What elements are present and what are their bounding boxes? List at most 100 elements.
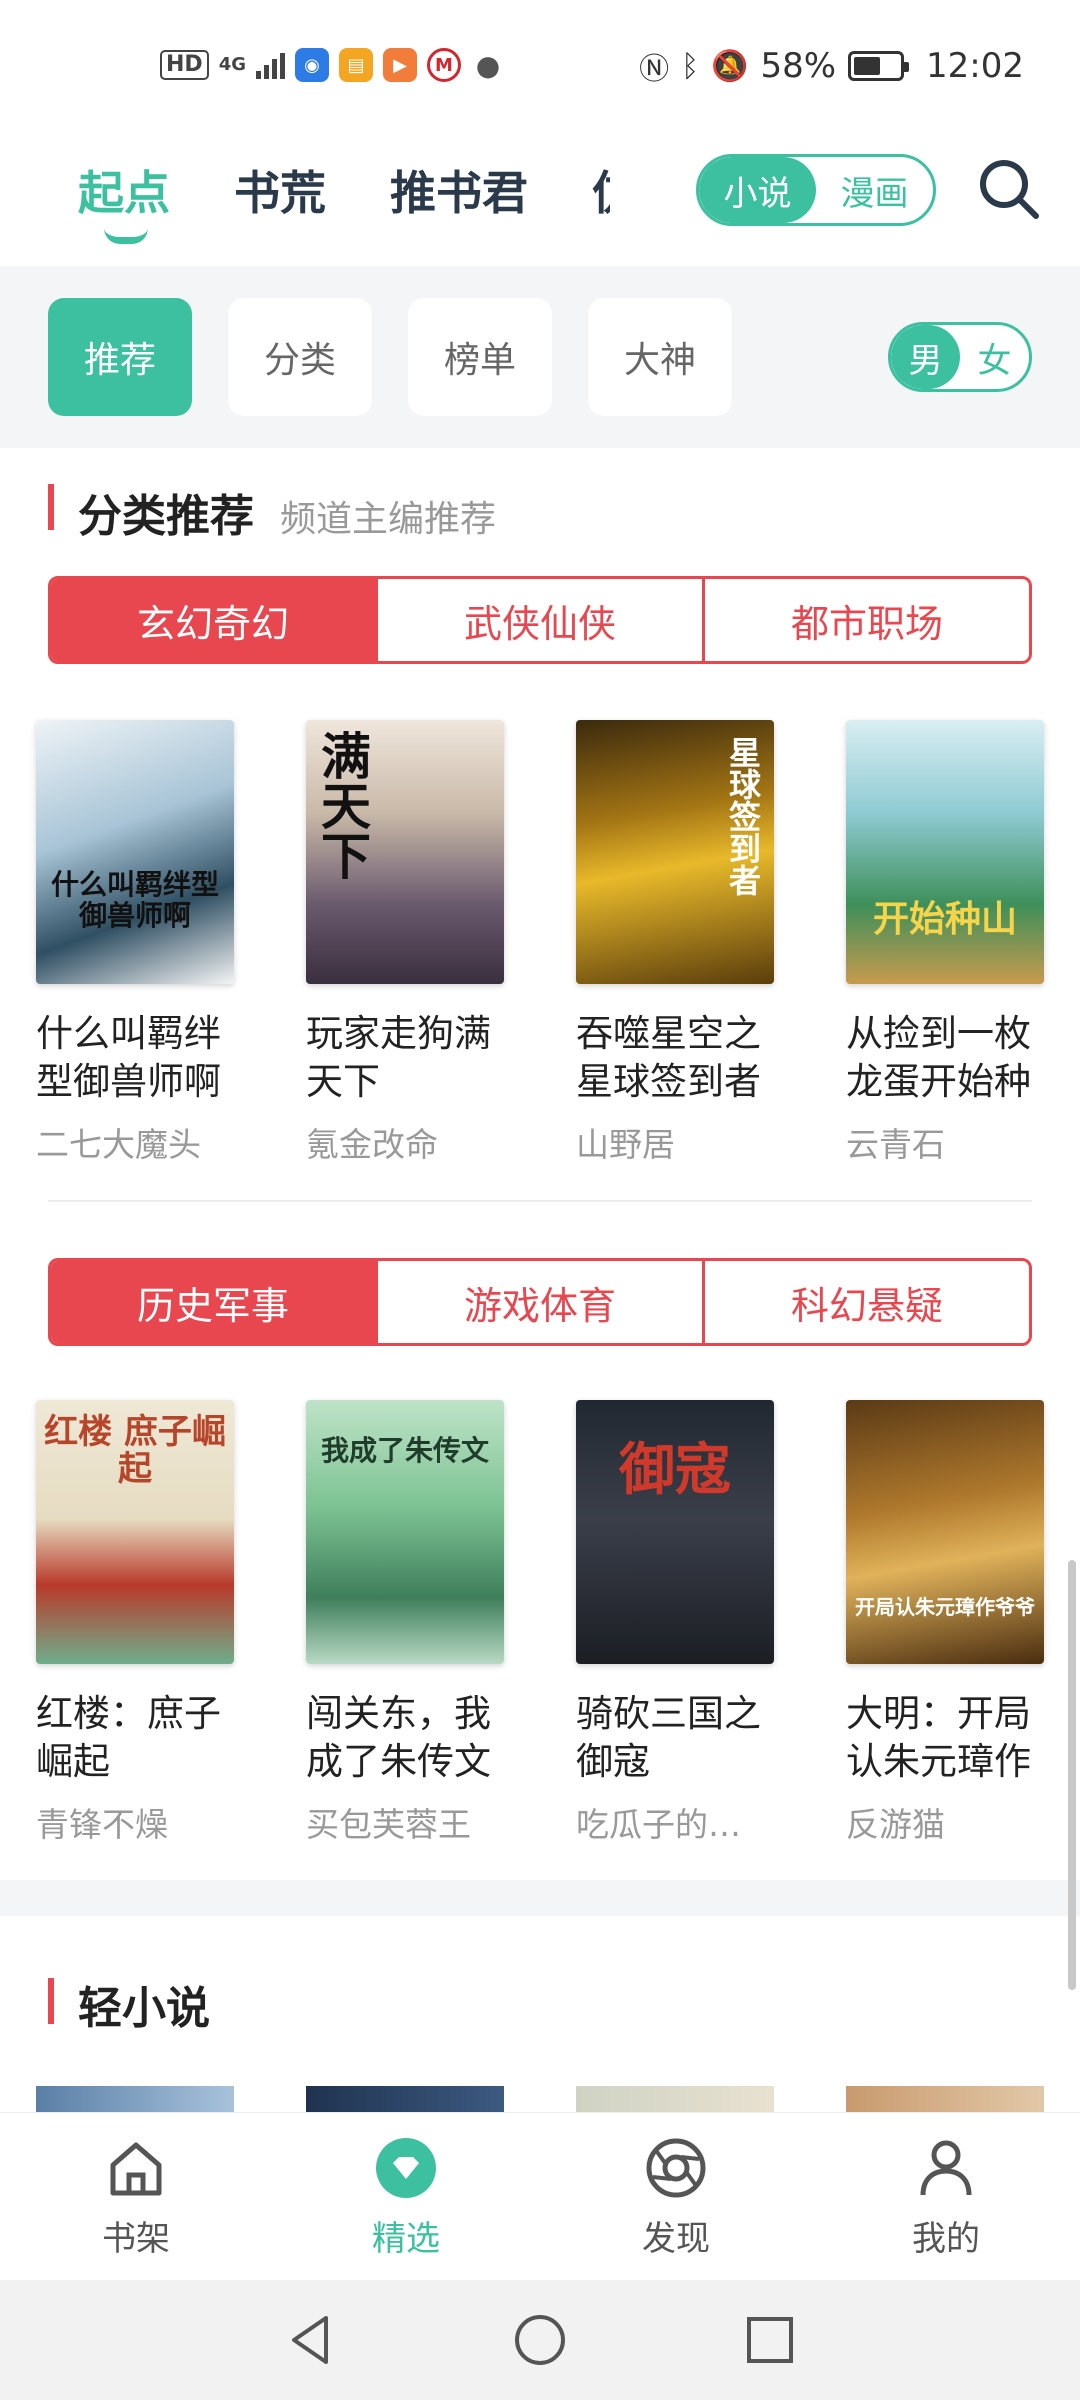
chip-ranking[interactable]: 榜单	[408, 298, 552, 416]
app-notification-icon: M	[427, 48, 461, 82]
book-cover-peek[interactable]	[306, 2086, 504, 2112]
section-separator	[0, 1880, 1080, 1916]
book-title: 什么叫羁绊型御兽师啊	[36, 1012, 221, 1103]
book-card[interactable]: 满天下 玩家走狗满天下 氪金改命	[306, 720, 516, 1166]
book-card[interactable]: 什么叫羁绊型 御兽师啊 什么叫羁绊型御兽师啊 二七大魔头	[36, 720, 246, 1166]
book-cover-peek[interactable]	[36, 2086, 234, 2112]
status-bar: HD 4G ◉ ▤ ▶ M ● Ⓝ ᛒ 🔕 58% 12:02	[0, 0, 1080, 130]
book-author: 二七大魔头	[36, 1125, 201, 1164]
mode-novel[interactable]: 小说	[699, 157, 816, 223]
section-subtitle: 频道主编推荐	[280, 499, 497, 540]
gender-female[interactable]: 女	[960, 325, 1029, 389]
tab-partial[interactable]: 仿	[592, 164, 610, 222]
divider	[48, 1200, 1032, 1202]
recents-icon[interactable]	[740, 2310, 800, 2370]
cover-title: 红楼 庶子崛起	[44, 1412, 226, 1490]
app-notification-icon: ▤	[339, 48, 373, 82]
mode-comic[interactable]: 漫画	[816, 157, 933, 223]
tab-partial-label: 仿	[592, 166, 610, 220]
book-author: 买包芙蓉王	[306, 1805, 471, 1844]
status-icons-left: HD 4G ◉ ▤ ▶ M ●	[160, 48, 505, 82]
book-title: 大明：开局认朱元璋作	[846, 1692, 1031, 1783]
nav-featured[interactable]: 精选	[336, 2135, 476, 2260]
section-title: 分类推荐	[78, 491, 254, 542]
tab-dushi[interactable]: 都市职场	[705, 579, 1029, 661]
tab-kehuan[interactable]: 科幻悬疑	[705, 1261, 1029, 1343]
nav-label: 书架	[102, 2219, 170, 2259]
top-nav: 起点 书荒 推书君 仿 小说 漫画	[0, 130, 1080, 266]
scrollbar[interactable]	[1068, 1560, 1076, 1990]
cover-title: 开始种山	[872, 898, 1017, 940]
tab-lishi[interactable]: 历史军事	[51, 1261, 378, 1343]
book-author: 反游猫	[846, 1805, 945, 1844]
book-title: 骑砍三国之御寇	[576, 1692, 761, 1783]
book-title: 红楼：庶子崛起	[36, 1692, 221, 1783]
search-icon[interactable]	[976, 156, 1042, 222]
user-icon	[920, 2140, 972, 2196]
battery-percent: 58%	[760, 46, 837, 86]
nfc-icon: Ⓝ	[639, 52, 670, 87]
book-title: 玩家走狗满天下	[306, 1012, 491, 1103]
bluetooth-icon: ᛒ	[681, 48, 700, 84]
compass-icon	[646, 2138, 706, 2198]
tab-xuanhuan[interactable]: 玄幻奇幻	[51, 579, 378, 661]
nav-mine[interactable]: 我的	[876, 2135, 1016, 2260]
cover-title: 御寇	[619, 1437, 731, 1503]
book-card[interactable]: 御寇 骑砍三国之御寇 吃瓜子的…	[576, 1400, 786, 1846]
book-card[interactable]: 红楼 庶子崛起 红楼：庶子崛起 青锋不燥	[36, 1400, 246, 1846]
tab-wuxia[interactable]: 武侠仙侠	[378, 579, 705, 661]
active-tab-indicator	[104, 228, 148, 244]
category-tabs-1: 玄幻奇幻 武侠仙侠 都市职场	[48, 576, 1032, 664]
book-cover: 开局认朱元璋作爷爷	[846, 1400, 1044, 1664]
category-tabs-2: 历史军事 游戏体育 科幻悬疑	[48, 1258, 1032, 1346]
home-icon	[110, 2142, 162, 2196]
clock: 12:02	[926, 46, 1024, 86]
book-cover: 满天下	[306, 720, 504, 984]
content-mode-toggle[interactable]: 小说 漫画	[696, 154, 936, 226]
book-title: 从捡到一枚龙蛋开始种	[846, 1012, 1031, 1103]
back-icon[interactable]	[280, 2310, 340, 2370]
book-cover: 开始种山	[846, 720, 1044, 984]
system-nav-bar	[0, 2280, 1080, 2400]
book-cover-peek[interactable]	[576, 2086, 774, 2112]
battery-icon	[848, 51, 910, 81]
diamond-icon	[376, 2138, 436, 2198]
book-author: 吃瓜子的…	[576, 1805, 741, 1844]
tab-shuhuang[interactable]: 书荒	[234, 164, 326, 222]
section-title: 轻小说	[78, 1983, 210, 2034]
bottom-nav: 书架 精选 发现 我的	[0, 2112, 1080, 2280]
mute-icon: 🔕	[711, 48, 749, 84]
tab-tuishujun[interactable]: 推书君	[390, 164, 528, 222]
book-card[interactable]: 星球签到者 吞噬星空之星球签到者 山野居	[576, 720, 786, 1166]
book-card[interactable]: 开始种山 从捡到一枚龙蛋开始种 云青石	[846, 720, 1056, 1166]
book-cover: 红楼 庶子崛起	[36, 1400, 234, 1664]
book-cover: 什么叫羁绊型 御兽师啊	[36, 720, 234, 984]
cover-title: 什么叫羁绊型 御兽师啊	[50, 868, 219, 932]
cover-title: 满天下	[313, 730, 372, 880]
nav-discover[interactable]: 发现	[606, 2135, 746, 2260]
nav-bookshelf[interactable]: 书架	[66, 2135, 206, 2260]
network-label: 4G	[218, 54, 246, 75]
chip-category[interactable]: 分类	[228, 298, 372, 416]
section-header-category: 分类推荐 频道主编推荐	[48, 480, 496, 544]
book-card[interactable]: 开局认朱元璋作爷爷 大明：开局认朱元璋作 反游猫	[846, 1400, 1056, 1846]
home-circle-icon[interactable]	[510, 2310, 570, 2370]
book-cover: 星球签到者	[576, 720, 774, 984]
nav-label: 精选	[372, 2219, 440, 2259]
cover-title: 星球签到者	[724, 736, 762, 896]
section-header-light-novel: 轻小说	[48, 1972, 210, 2036]
nav-label: 发现	[642, 2219, 710, 2259]
cover-title: 我成了朱传文	[320, 1434, 489, 1467]
tab-qidian[interactable]: 起点	[78, 164, 170, 222]
gender-male[interactable]: 男	[891, 325, 960, 389]
chip-recommend[interactable]: 推荐	[48, 298, 192, 416]
signal-icon	[256, 51, 285, 79]
gender-toggle[interactable]: 男 女	[888, 322, 1032, 392]
book-card[interactable]: 我成了朱传文 闯关东，我成了朱传文 买包芙蓉王	[306, 1400, 516, 1846]
hd-badge: HD	[160, 50, 209, 80]
tab-youxi[interactable]: 游戏体育	[378, 1261, 705, 1343]
chip-master[interactable]: 大神	[588, 298, 732, 416]
wechat-icon: ●	[475, 48, 501, 82]
status-icons-right: Ⓝ ᛒ 🔕 58% 12:02	[639, 44, 1024, 88]
book-cover-peek[interactable]	[846, 2086, 1044, 2112]
